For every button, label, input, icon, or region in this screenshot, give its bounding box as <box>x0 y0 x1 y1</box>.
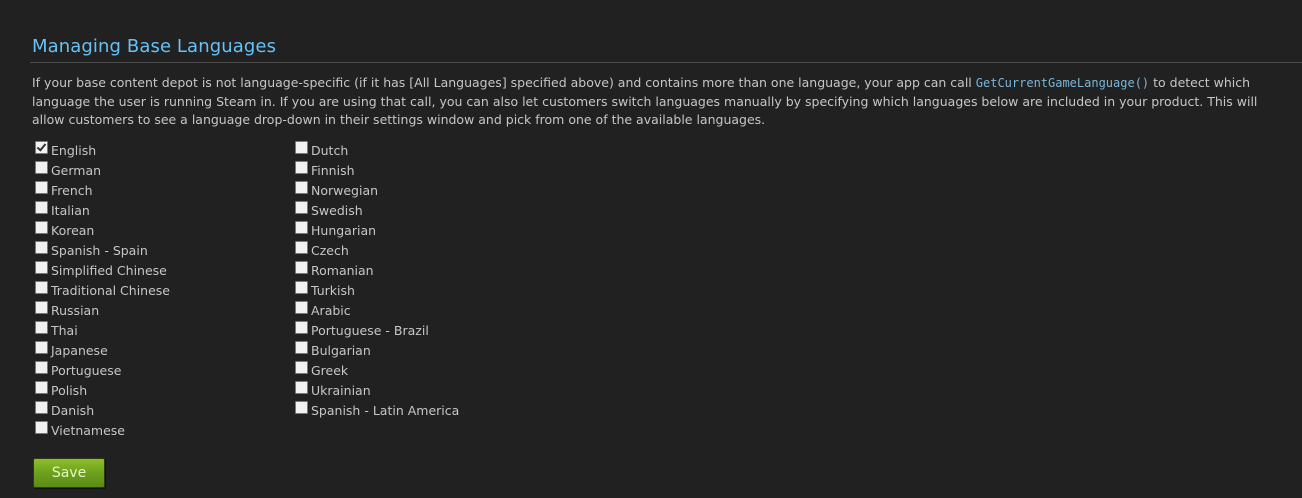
language-checkbox-vietnamese[interactable] <box>35 421 48 434</box>
language-label[interactable]: Korean <box>51 223 94 238</box>
language-checkbox-romanian[interactable] <box>295 261 308 274</box>
language-option-thai[interactable]: Thai <box>35 320 275 340</box>
language-label[interactable]: Japanese <box>51 343 108 358</box>
language-checkbox-danish[interactable] <box>35 401 48 414</box>
language-label[interactable]: Traditional Chinese <box>51 283 170 298</box>
language-checkbox-arabic[interactable] <box>295 301 308 314</box>
language-option-portuguese[interactable]: Portuguese <box>35 360 275 380</box>
language-option-dutch[interactable]: Dutch <box>295 140 535 160</box>
language-option-japanese[interactable]: Japanese <box>35 340 275 360</box>
language-option-french[interactable]: French <box>35 180 275 200</box>
language-label[interactable]: Greek <box>311 363 348 378</box>
language-checkbox-turkish[interactable] <box>295 281 308 294</box>
language-checkbox-norwegian[interactable] <box>295 181 308 194</box>
language-label[interactable]: Dutch <box>311 143 348 158</box>
language-label[interactable]: Italian <box>51 203 90 218</box>
language-option-czech[interactable]: Czech <box>295 240 535 260</box>
language-option-norwegian[interactable]: Norwegian <box>295 180 535 200</box>
language-label[interactable]: Ukrainian <box>311 383 371 398</box>
language-option-traditional-chinese[interactable]: Traditional Chinese <box>35 280 275 300</box>
language-option-ukrainian[interactable]: Ukrainian <box>295 380 535 400</box>
language-option-italian[interactable]: Italian <box>35 200 275 220</box>
language-checkbox-hungarian[interactable] <box>295 221 308 234</box>
language-checkbox-japanese[interactable] <box>35 341 48 354</box>
language-column-right: Dutch Finnish Norwegian Swedish Hungarian Cze… <box>295 140 535 420</box>
language-label[interactable]: Russian <box>51 303 99 318</box>
language-option-bulgarian[interactable]: Bulgarian <box>295 340 535 360</box>
language-option-spanish-spain[interactable]: Spanish - Spain <box>35 240 275 260</box>
language-option-danish[interactable]: Danish <box>35 400 275 420</box>
language-checkbox-simplified-chinese[interactable] <box>35 261 48 274</box>
language-checkbox-russian[interactable] <box>35 301 48 314</box>
language-checkbox-thai[interactable] <box>35 321 48 334</box>
language-label[interactable]: Thai <box>51 323 78 338</box>
language-option-portuguese-brazil[interactable]: Portuguese - Brazil <box>295 320 535 340</box>
language-checkbox-german[interactable] <box>35 161 48 174</box>
language-checkbox-bulgarian[interactable] <box>295 341 308 354</box>
code-call: GetCurrentGameLanguage() <box>975 76 1150 90</box>
language-label[interactable]: Arabic <box>311 303 351 318</box>
language-option-hungarian[interactable]: Hungarian <box>295 220 535 240</box>
language-label[interactable]: Finnish <box>311 163 355 178</box>
language-checkbox-french[interactable] <box>35 181 48 194</box>
language-option-turkish[interactable]: Turkish <box>295 280 535 300</box>
language-checkbox-italian[interactable] <box>35 201 48 214</box>
language-checkbox-spanish-spain[interactable] <box>35 241 48 254</box>
language-option-polish[interactable]: Polish <box>35 380 275 400</box>
language-label[interactable]: Spanish - Spain <box>51 243 148 258</box>
language-option-simplified-chinese[interactable]: Simplified Chinese <box>35 260 275 280</box>
language-label[interactable]: Turkish <box>311 283 355 298</box>
language-label[interactable]: Portuguese <box>51 363 121 378</box>
language-label[interactable]: Bulgarian <box>311 343 371 358</box>
language-label[interactable]: Swedish <box>311 203 363 218</box>
language-label[interactable]: Portuguese - Brazil <box>311 323 429 338</box>
language-checkbox-spanish-latin-america[interactable] <box>295 401 308 414</box>
language-checkbox-swedish[interactable] <box>295 201 308 214</box>
language-option-english[interactable]: English <box>35 140 275 160</box>
language-option-vietnamese[interactable]: Vietnamese <box>35 420 275 440</box>
language-checkbox-traditional-chinese[interactable] <box>35 281 48 294</box>
language-column-left: English German French Italian Korean Spanish … <box>35 140 275 440</box>
language-option-finnish[interactable]: Finnish <box>295 160 535 180</box>
language-option-swedish[interactable]: Swedish <box>295 200 535 220</box>
language-checkbox-portuguese-brazil[interactable] <box>295 321 308 334</box>
language-option-german[interactable]: German <box>35 160 275 180</box>
language-label[interactable]: Polish <box>51 383 87 398</box>
language-option-romanian[interactable]: Romanian <box>295 260 535 280</box>
language-label[interactable]: English <box>51 143 96 158</box>
language-label[interactable]: Danish <box>51 403 94 418</box>
language-checkbox-finnish[interactable] <box>295 161 308 174</box>
language-label[interactable]: Simplified Chinese <box>51 263 167 278</box>
language-label[interactable]: Hungarian <box>311 223 376 238</box>
language-label[interactable]: Czech <box>311 243 349 258</box>
language-checkbox-czech[interactable] <box>295 241 308 254</box>
language-label[interactable]: French <box>51 183 93 198</box>
language-label[interactable]: Norwegian <box>311 183 378 198</box>
language-label[interactable]: German <box>51 163 101 178</box>
section-description: If your base content depot is not langua… <box>32 74 1282 130</box>
section-title: Managing Base Languages <box>32 36 277 57</box>
language-checkbox-greek[interactable] <box>295 361 308 374</box>
language-checkbox-portuguese[interactable] <box>35 361 48 374</box>
language-option-korean[interactable]: Korean <box>35 220 275 240</box>
language-label[interactable]: Romanian <box>311 263 374 278</box>
title-divider <box>30 62 1302 63</box>
language-label[interactable]: Spanish - Latin America <box>311 403 459 418</box>
language-label[interactable]: Vietnamese <box>51 423 125 438</box>
language-checkbox-ukrainian[interactable] <box>295 381 308 394</box>
language-option-spanish-latin-america[interactable]: Spanish - Latin America <box>295 400 535 420</box>
language-option-greek[interactable]: Greek <box>295 360 535 380</box>
language-option-russian[interactable]: Russian <box>35 300 275 320</box>
language-option-arabic[interactable]: Arabic <box>295 300 535 320</box>
language-checkbox-polish[interactable] <box>35 381 48 394</box>
language-checkbox-dutch[interactable] <box>295 141 308 154</box>
description-text-before: If your base content depot is not langua… <box>32 75 976 90</box>
language-checkbox-korean[interactable] <box>35 221 48 234</box>
language-checkbox-english[interactable] <box>35 141 48 154</box>
save-button[interactable]: Save <box>33 458 105 488</box>
